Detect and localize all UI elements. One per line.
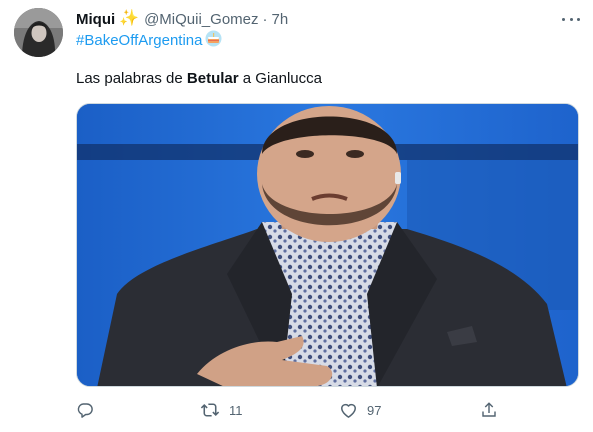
- avatar[interactable]: [14, 8, 63, 57]
- sparkles-icon: ✨: [119, 10, 140, 27]
- retweet-button[interactable]: 11: [200, 399, 243, 421]
- share-button[interactable]: [480, 399, 498, 421]
- birthday-cake-icon: [205, 30, 222, 51]
- tweet-text-suffix: a Gianlucca: [238, 70, 322, 87]
- tweet-header: Miqui ✨ @MiQuii_Gomez · 7h: [76, 9, 288, 29]
- timestamp[interactable]: 7h: [272, 11, 289, 28]
- avatar-image: [14, 8, 63, 57]
- more-options-icon[interactable]: [559, 12, 583, 26]
- reply-button[interactable]: [76, 399, 94, 421]
- like-count: 97: [367, 402, 382, 418]
- tweet-text: Las palabras de Betular a Gianlucca: [76, 70, 322, 87]
- hashtag-line: #BakeOffArgentina: [76, 30, 222, 50]
- reply-icon: [77, 403, 93, 418]
- tweet-text-bold: Betular: [186, 70, 239, 87]
- user-handle[interactable]: @MiQuii_Gomez: [144, 11, 258, 28]
- tweet-actions: 11 97: [76, 399, 506, 421]
- hashtag-link[interactable]: #BakeOffArgentina: [76, 32, 202, 49]
- like-button[interactable]: 97: [339, 399, 381, 421]
- tweet-media-image[interactable]: [76, 103, 579, 387]
- share-icon: [482, 402, 496, 417]
- heart-icon: [341, 403, 356, 418]
- retweet-icon: [200, 403, 220, 417]
- tweet-card[interactable]: Miqui ✨ @MiQuii_Gomez · 7h #BakeOffArgen…: [0, 0, 593, 432]
- retweet-count: 11: [229, 402, 243, 418]
- separator-dot: ·: [262, 10, 268, 28]
- media-illustration: [77, 104, 578, 386]
- tweet-text-prefix: Las palabras de: [76, 70, 187, 87]
- display-name[interactable]: Miqui: [76, 11, 115, 28]
